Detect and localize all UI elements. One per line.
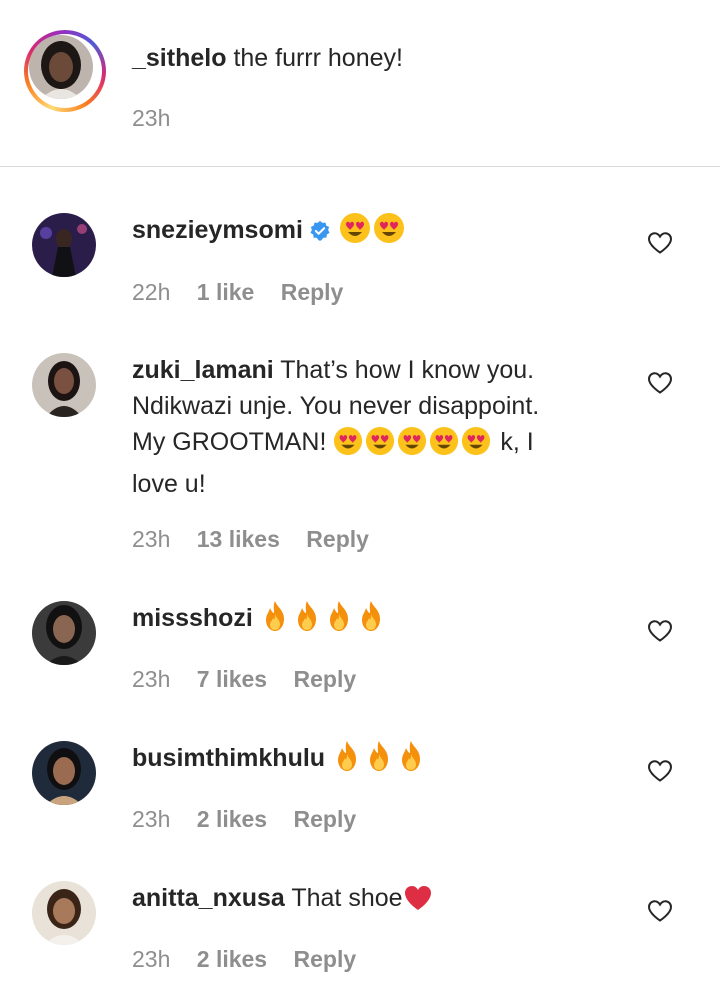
timestamp: 23h [132, 666, 171, 692]
comment-text: zuki_lamani That’s how I know you. Ndikw… [132, 352, 592, 502]
like-heart-icon[interactable] [647, 899, 673, 923]
heart-eyes-emoji-icon [339, 212, 371, 254]
comment-body: That shoe [291, 884, 403, 912]
likes-count[interactable]: 7 likes [197, 666, 267, 692]
comment-username[interactable]: busimthimkhulu [132, 744, 325, 772]
like-heart-icon[interactable] [647, 371, 673, 395]
comment-text: missshozi [132, 600, 592, 642]
reply-button[interactable]: Reply [281, 279, 344, 305]
avatar[interactable] [29, 35, 93, 99]
like-heart-icon[interactable] [647, 759, 673, 783]
likes-count[interactable]: 1 like [197, 279, 255, 305]
red-heart-emoji-icon [403, 884, 433, 922]
reply-button[interactable]: Reply [294, 946, 357, 972]
reply-button[interactable]: Reply [294, 666, 357, 692]
post-caption: _sithelo the furrr honey! 23h [0, 0, 720, 167]
like-heart-icon[interactable] [647, 231, 673, 255]
comment-body-line: k, I [500, 428, 534, 456]
comment-meta: 23h 2 likes Reply [132, 806, 376, 833]
likes-count[interactable]: 2 likes [197, 946, 267, 972]
comment-username[interactable]: anitta_nxusa [132, 884, 285, 912]
heart-eyes-emoji-icon [373, 212, 405, 254]
comment-text: snezieymsomi [132, 212, 592, 254]
comment-meta: 23h 2 likes Reply [132, 946, 376, 973]
comment-body-line: Ndikwazi unje. You never disappoint. [132, 392, 540, 420]
comment-body-line: That’s how I know you. [280, 356, 535, 384]
avatar[interactable] [32, 213, 96, 277]
timestamp: 23h [132, 526, 171, 552]
fire-emoji-icon [396, 740, 426, 782]
heart-eyes-emoji-icon [365, 426, 395, 466]
heart-eyes-emoji-icon [429, 426, 459, 466]
comment-meta: 23h 13 likes Reply [132, 526, 389, 553]
likes-count[interactable]: 2 likes [197, 806, 267, 832]
caption-meta: 23h [132, 105, 190, 132]
heart-eyes-emoji-icon [397, 426, 427, 466]
like-heart-icon[interactable] [647, 619, 673, 643]
comment-username[interactable]: zuki_lamani [132, 356, 274, 384]
fire-emoji-icon [324, 600, 354, 642]
story-ring[interactable] [24, 30, 106, 112]
caption-username[interactable]: _sithelo [132, 44, 226, 72]
reply-button[interactable]: Reply [306, 526, 369, 552]
fire-emoji-icon [332, 740, 362, 782]
likes-count[interactable]: 13 likes [197, 526, 280, 552]
timestamp: 22h [132, 279, 171, 305]
caption-text: _sithelo the furrr honey! [132, 40, 592, 76]
fire-emoji-icon [260, 600, 290, 642]
avatar[interactable] [32, 881, 96, 945]
reply-button[interactable]: Reply [294, 806, 357, 832]
comment-username[interactable]: snezieymsomi [132, 216, 303, 244]
timestamp: 23h [132, 946, 171, 972]
heart-eyes-emoji-icon [461, 426, 491, 466]
comment-meta: 23h 7 likes Reply [132, 666, 376, 693]
comment-text: busimthimkhulu [132, 740, 592, 782]
fire-emoji-icon [356, 600, 386, 642]
avatar[interactable] [32, 601, 96, 665]
fire-emoji-icon [292, 600, 322, 642]
comment-text: anitta_nxusa That shoe [132, 880, 592, 922]
timestamp: 23h [132, 806, 171, 832]
fire-emoji-icon [364, 740, 394, 782]
avatar[interactable] [32, 353, 96, 417]
heart-eyes-emoji-icon [333, 426, 363, 466]
comment-body-line: My GROOTMAN! [132, 428, 327, 456]
comment-meta: 22h 1 like Reply [132, 279, 363, 306]
comment-username[interactable]: missshozi [132, 604, 253, 632]
comment-body-line: love u! [132, 470, 206, 498]
verified-badge-icon [309, 216, 331, 252]
caption-body: the furrr honey! [233, 44, 403, 72]
avatar[interactable] [32, 741, 96, 805]
timestamp: 23h [132, 105, 171, 131]
